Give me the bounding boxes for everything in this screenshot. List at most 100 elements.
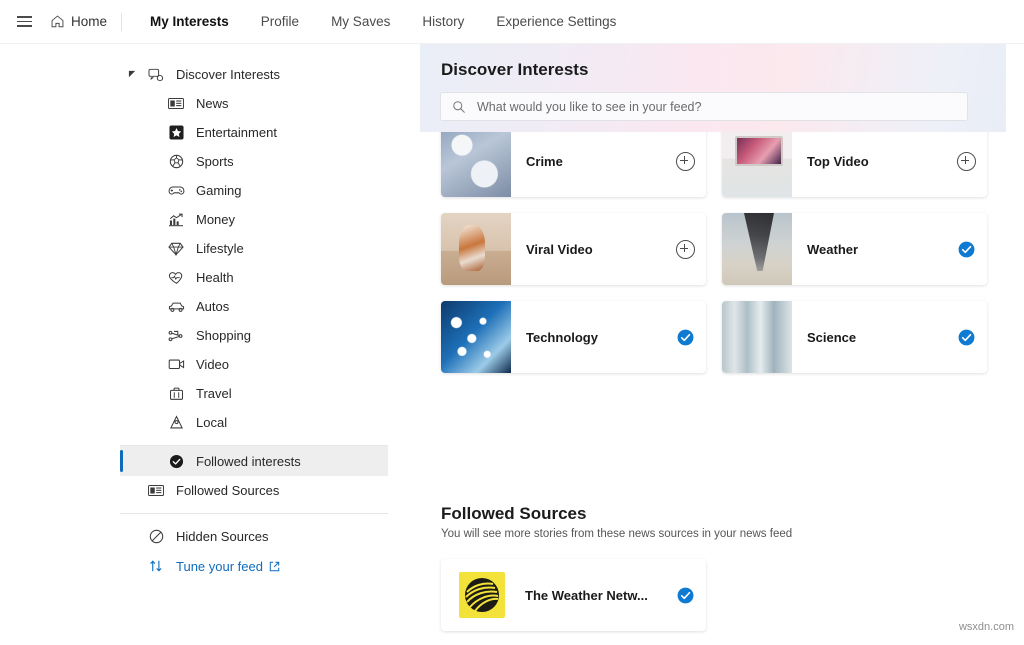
card-title: Technology <box>526 329 598 345</box>
news-icon <box>166 96 186 112</box>
tab-my-saves[interactable]: My Saves <box>315 10 406 33</box>
selection-accent-bar <box>120 450 123 472</box>
sidebar-item-followed-interests[interactable]: Followed interests <box>120 446 388 476</box>
suitcase-icon <box>166 386 186 402</box>
following-button[interactable] <box>668 587 702 604</box>
followed-sources-title: Followed Sources <box>441 504 587 523</box>
sidebar-item-video[interactable]: Video <box>0 350 400 379</box>
sidebar-item-local[interactable]: Local <box>0 408 400 437</box>
sidebar-item-label: Sports <box>196 154 234 169</box>
sidebar-item-label: Entertainment <box>196 125 277 140</box>
search-box[interactable] <box>440 92 968 121</box>
card-thumbnail <box>441 213 511 285</box>
card-title: Science <box>807 329 857 345</box>
followed-source-name: The Weather Netw... <box>525 587 648 603</box>
watermark: wsxdn.com <box>958 621 1014 633</box>
check-circle-filled-icon <box>958 329 975 346</box>
discover-interests-title: Discover Interests <box>441 60 589 79</box>
sidebar-item-health[interactable]: Health <box>0 263 400 292</box>
car-icon <box>166 299 186 315</box>
follow-button[interactable] <box>668 239 702 259</box>
nav-separator <box>121 12 123 31</box>
newspaper-icon <box>146 483 166 499</box>
home-label: Home <box>71 14 108 29</box>
card-thumbnail <box>722 301 792 373</box>
chart-up-icon <box>166 212 186 228</box>
sidebar-item-label: Money <box>196 212 236 227</box>
sidebar-item-lifestyle[interactable]: Lifestyle <box>0 234 400 263</box>
tab-profile[interactable]: Profile <box>245 10 315 33</box>
card-thumbnail <box>722 213 792 285</box>
follow-button[interactable] <box>949 151 983 171</box>
nav-tabs: My Interests Profile My Saves History Ex… <box>134 10 632 33</box>
chevron-expanded-icon[interactable] <box>128 70 138 80</box>
card-thumbnail <box>441 301 511 373</box>
hamburger-menu-icon[interactable] <box>8 6 40 38</box>
sidebar-item-label: News <box>196 96 229 111</box>
interest-card-viral-video[interactable]: Viral Video <box>441 213 706 285</box>
card-row: Viral Video Weather <box>441 213 1007 285</box>
sidebar-item-tune-your-feed[interactable]: Tune your feed <box>0 551 400 581</box>
block-icon <box>146 529 166 545</box>
sidebar-item-autos[interactable]: Autos <box>0 292 400 321</box>
sidebar-item-sports[interactable]: Sports <box>0 147 400 176</box>
card-row: Crime Top Video <box>441 125 1007 197</box>
sidebar-divider <box>120 513 388 514</box>
interest-card-science[interactable]: Science <box>722 301 987 373</box>
sidebar-root-label: Discover Interests <box>176 67 281 82</box>
home-icon <box>50 14 65 29</box>
card-title: Viral Video <box>526 241 593 257</box>
interest-cards-grid: Crime Top Video Viral Video Weather Tech… <box>441 125 1007 389</box>
home-link[interactable]: Home <box>50 14 107 29</box>
interest-card-crime[interactable]: Crime <box>441 125 706 197</box>
interest-card-weather[interactable]: Weather <box>722 213 987 285</box>
card-title: Top Video <box>807 153 869 169</box>
sidebar-item-label: Travel <box>196 386 232 401</box>
sidebar-item-discover-interests[interactable]: Discover Interests <box>0 60 400 89</box>
sidebar-item-travel[interactable]: Travel <box>0 379 400 408</box>
sidebar-item-followed-sources[interactable]: Followed Sources <box>0 476 400 505</box>
interest-card-top-video[interactable]: Top Video <box>722 125 987 197</box>
gamepad-icon <box>166 183 186 199</box>
tag-network-icon <box>166 328 186 344</box>
sidebar-item-label: Shopping <box>196 328 251 343</box>
sort-arrows-icon <box>146 558 166 574</box>
following-button[interactable] <box>949 241 983 258</box>
plus-circle-icon <box>675 151 695 171</box>
following-button[interactable] <box>668 329 702 346</box>
discover-interests-panel: Discover Interests <box>420 44 1006 132</box>
sidebar-item-label: Autos <box>196 299 230 314</box>
following-button[interactable] <box>949 329 983 346</box>
sidebar-item-money[interactable]: Money <box>0 205 400 234</box>
sidebar-item-label: Gaming <box>196 183 242 198</box>
sidebar-item-label: Lifestyle <box>196 241 244 256</box>
search-input[interactable] <box>475 98 919 115</box>
tab-history[interactable]: History <box>406 10 480 33</box>
sidebar-item-label: Followed Sources <box>176 483 280 498</box>
sidebar-item-label: Followed interests <box>196 453 301 469</box>
sidebar-item-label: Local <box>196 415 228 430</box>
sidebar-item-entertainment[interactable]: Entertainment <box>0 118 400 147</box>
follow-button[interactable] <box>668 151 702 171</box>
sidebar-item-gaming[interactable]: Gaming <box>0 176 400 205</box>
interest-card-technology[interactable]: Technology <box>441 301 706 373</box>
tab-experience-settings[interactable]: Experience Settings <box>480 10 632 33</box>
card-row: Technology Science <box>441 301 1007 373</box>
sidebar-item-label: Health <box>196 270 234 285</box>
plus-circle-icon <box>675 239 695 259</box>
soccer-ball-icon <box>166 154 186 170</box>
external-link-icon <box>269 561 280 572</box>
sidebar-item-shopping[interactable]: Shopping <box>0 321 400 350</box>
search-icon <box>452 100 466 114</box>
card-thumbnail <box>441 125 511 197</box>
check-circle-filled-icon <box>166 453 186 469</box>
followed-source-card[interactable]: The Weather Netw... <box>441 559 706 631</box>
video-icon <box>166 357 186 373</box>
main-content: Discover Interests Crime Top Video <box>420 44 1024 645</box>
star-icon <box>166 125 186 141</box>
sidebar-item-hidden-sources[interactable]: Hidden Sources <box>0 522 400 551</box>
diamond-icon <box>166 241 186 257</box>
tab-my-interests[interactable]: My Interests <box>134 10 245 33</box>
followed-sources-section: Followed Sources You will see more stori… <box>441 504 1007 631</box>
sidebar-item-news[interactable]: News <box>0 89 400 118</box>
